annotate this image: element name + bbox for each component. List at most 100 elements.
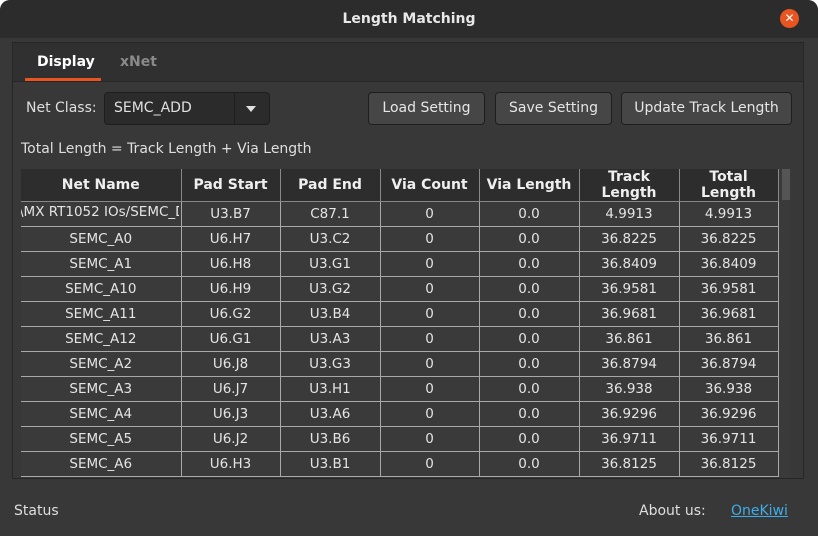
onekiwi-link[interactable]: OneKiwi bbox=[731, 503, 788, 519]
table-cell[interactable]: SEMC_A1 bbox=[21, 251, 182, 277]
table-cell[interactable]: 0.0 bbox=[479, 226, 580, 252]
table-cell[interactable]: 36.9296 bbox=[679, 401, 779, 427]
table-cell[interactable]: 0 bbox=[380, 276, 480, 302]
table-cell[interactable]: U3.G3 bbox=[280, 351, 381, 377]
col-via-length[interactable]: Via Length bbox=[479, 169, 580, 202]
table-row[interactable]: SEMC_A10 U6.H9 U3.G2 0 0.0 36.9581 36.9581 bbox=[21, 276, 779, 302]
vertical-scrollbar[interactable] bbox=[782, 169, 790, 200]
table-cell[interactable]: U6.G2 bbox=[181, 301, 281, 327]
table-cell[interactable]: 0.0 bbox=[479, 376, 580, 402]
table-cell[interactable]: U3.B1 bbox=[280, 451, 381, 477]
table-cell[interactable]: 36.9681 bbox=[679, 301, 779, 327]
table-cell[interactable]: 0.0 bbox=[479, 201, 580, 227]
tab-display[interactable]: Display bbox=[37, 54, 95, 70]
table-row[interactable]: SEMC_A2 U6.J8 U3.G3 0 0.0 36.8794 36.8794 bbox=[21, 351, 779, 377]
save-setting-button[interactable]: Save Setting bbox=[495, 92, 612, 125]
table-cell[interactable]: 36.9296 bbox=[579, 401, 680, 427]
net-class-dropdown[interactable]: SEMC_ADD bbox=[104, 92, 270, 125]
table-row[interactable]: SEMC_A1 U6.H8 U3.G1 0 0.0 36.8409 36.8409 bbox=[21, 251, 779, 277]
table-cell[interactable]: 0 bbox=[380, 201, 480, 227]
table-row[interactable]: SEMC_A5 U6.J2 U3.B6 0 0.0 36.9711 36.9711 bbox=[21, 426, 779, 452]
col-pad-start[interactable]: Pad Start bbox=[181, 169, 281, 202]
table-cell[interactable]: SEMC_A10 bbox=[21, 276, 182, 302]
close-button[interactable]: ✕ bbox=[780, 9, 799, 28]
table-cell[interactable]: U3.C2 bbox=[280, 226, 381, 252]
col-total-length[interactable]: Total Length bbox=[679, 169, 779, 202]
table-cell[interactable]: 36.9581 bbox=[679, 276, 779, 302]
update-track-length-button[interactable]: Update Track Length bbox=[621, 92, 792, 125]
title-bar[interactable]: Length Matching ✕ bbox=[0, 0, 818, 38]
table-cell[interactable]: 36.861 bbox=[579, 326, 680, 352]
table-cell[interactable]: 4.9913 bbox=[579, 201, 680, 227]
table-cell[interactable]: U6.G1 bbox=[181, 326, 281, 352]
table-cell[interactable]: 36.8794 bbox=[679, 351, 779, 377]
table-row[interactable]: \MX RT1052 IOs/SEMC_D0 U3.B7 C87.1 0 0.0 4.99… bbox=[21, 201, 779, 227]
table-cell[interactable]: 0.0 bbox=[479, 426, 580, 452]
table-cell[interactable]: U6.J7 bbox=[181, 376, 281, 402]
table-cell[interactable]: \MX RT1052 IOs/SEMC_D0 bbox=[21, 201, 182, 227]
table-cell[interactable]: 36.9711 bbox=[579, 426, 680, 452]
table-cell[interactable]: C87.1 bbox=[280, 201, 381, 227]
table-cell[interactable]: 36.8225 bbox=[679, 226, 779, 252]
table-cell[interactable]: U3.B6 bbox=[280, 426, 381, 452]
table-cell[interactable]: 36.938 bbox=[679, 376, 779, 402]
table-cell[interactable]: SEMC_A2 bbox=[21, 351, 182, 377]
table-cell[interactable]: SEMC_A0 bbox=[21, 226, 182, 252]
table-cell[interactable]: U3.B7 bbox=[181, 201, 281, 227]
table-cell[interactable]: 0.0 bbox=[479, 276, 580, 302]
chevron-down-icon[interactable] bbox=[246, 106, 256, 112]
table-cell[interactable]: 0 bbox=[380, 351, 480, 377]
table-cell[interactable]: U6.H3 bbox=[181, 451, 281, 477]
table-cell[interactable]: U6.H9 bbox=[181, 276, 281, 302]
col-via-count[interactable]: Via Count bbox=[380, 169, 480, 202]
col-net-name[interactable]: Net Name bbox=[21, 169, 182, 202]
table-cell[interactable]: 0.0 bbox=[479, 451, 580, 477]
table-cell[interactable]: U3.G1 bbox=[280, 251, 381, 277]
table-row[interactable]: SEMC_A11 U6.G2 U3.B4 0 0.0 36.9681 36.9681 bbox=[21, 301, 779, 327]
table-cell[interactable]: 0.0 bbox=[479, 351, 580, 377]
table-cell[interactable]: U3.G2 bbox=[280, 276, 381, 302]
table-cell[interactable]: 0.0 bbox=[479, 251, 580, 277]
table-cell[interactable]: U3.B4 bbox=[280, 301, 381, 327]
table-cell[interactable]: 0 bbox=[380, 376, 480, 402]
table-cell[interactable]: SEMC_A6 bbox=[21, 451, 182, 477]
table-cell[interactable]: U6.H8 bbox=[181, 251, 281, 277]
table-cell[interactable]: 0 bbox=[380, 301, 480, 327]
table-cell[interactable]: U3.A6 bbox=[280, 401, 381, 427]
table-cell[interactable]: U6.J2 bbox=[181, 426, 281, 452]
table-cell[interactable]: SEMC_A11 bbox=[21, 301, 182, 327]
table-cell[interactable]: 36.8225 bbox=[579, 226, 680, 252]
table-row[interactable]: SEMC_A12 U6.G1 U3.A3 0 0.0 36.861 36.861 bbox=[21, 326, 779, 352]
table-cell[interactable]: 0 bbox=[380, 426, 480, 452]
table-cell[interactable]: 36.8125 bbox=[679, 451, 779, 477]
table-cell[interactable]: 36.8409 bbox=[579, 251, 680, 277]
table-cell[interactable]: 36.9711 bbox=[679, 426, 779, 452]
table-cell[interactable]: 0 bbox=[380, 451, 480, 477]
table-cell[interactable]: U6.J8 bbox=[181, 351, 281, 377]
table-cell[interactable]: U3.A3 bbox=[280, 326, 381, 352]
table-cell[interactable]: 36.861 bbox=[679, 326, 779, 352]
table-cell[interactable]: 4.9913 bbox=[679, 201, 779, 227]
table-cell[interactable]: 36.938 bbox=[579, 376, 680, 402]
col-pad-end[interactable]: Pad End bbox=[280, 169, 381, 202]
table-cell[interactable]: U6.J3 bbox=[181, 401, 281, 427]
length-table[interactable]: Net Name Pad Start Pad End Via Count Via… bbox=[21, 169, 791, 478]
table-cell[interactable]: SEMC_A5 bbox=[21, 426, 182, 452]
table-cell[interactable]: 36.9581 bbox=[579, 276, 680, 302]
col-track-length[interactable]: Track Length bbox=[579, 169, 680, 202]
table-cell[interactable]: 36.8409 bbox=[679, 251, 779, 277]
table-cell[interactable]: 0 bbox=[380, 326, 480, 352]
table-cell[interactable]: 0 bbox=[380, 251, 480, 277]
table-row[interactable]: SEMC_A0 U6.H7 U3.C2 0 0.0 36.8225 36.8225 bbox=[21, 226, 779, 252]
table-cell[interactable]: 0.0 bbox=[479, 401, 580, 427]
tab-xnet[interactable]: xNet bbox=[120, 54, 157, 70]
table-row[interactable]: SEMC_A6 U6.H3 U3.B1 0 0.0 36.8125 36.8125 bbox=[21, 451, 779, 477]
table-cell[interactable]: 36.9681 bbox=[579, 301, 680, 327]
table-cell[interactable]: SEMC_A12 bbox=[21, 326, 182, 352]
table-cell[interactable]: 0 bbox=[380, 401, 480, 427]
table-cell[interactable]: 0.0 bbox=[479, 326, 580, 352]
table-row[interactable]: SEMC_A4 U6.J3 U3.A6 0 0.0 36.9296 36.9296 bbox=[21, 401, 779, 427]
load-setting-button[interactable]: Load Setting bbox=[368, 92, 485, 125]
table-cell[interactable]: SEMC_A3 bbox=[21, 376, 182, 402]
table-cell[interactable]: U6.H7 bbox=[181, 226, 281, 252]
